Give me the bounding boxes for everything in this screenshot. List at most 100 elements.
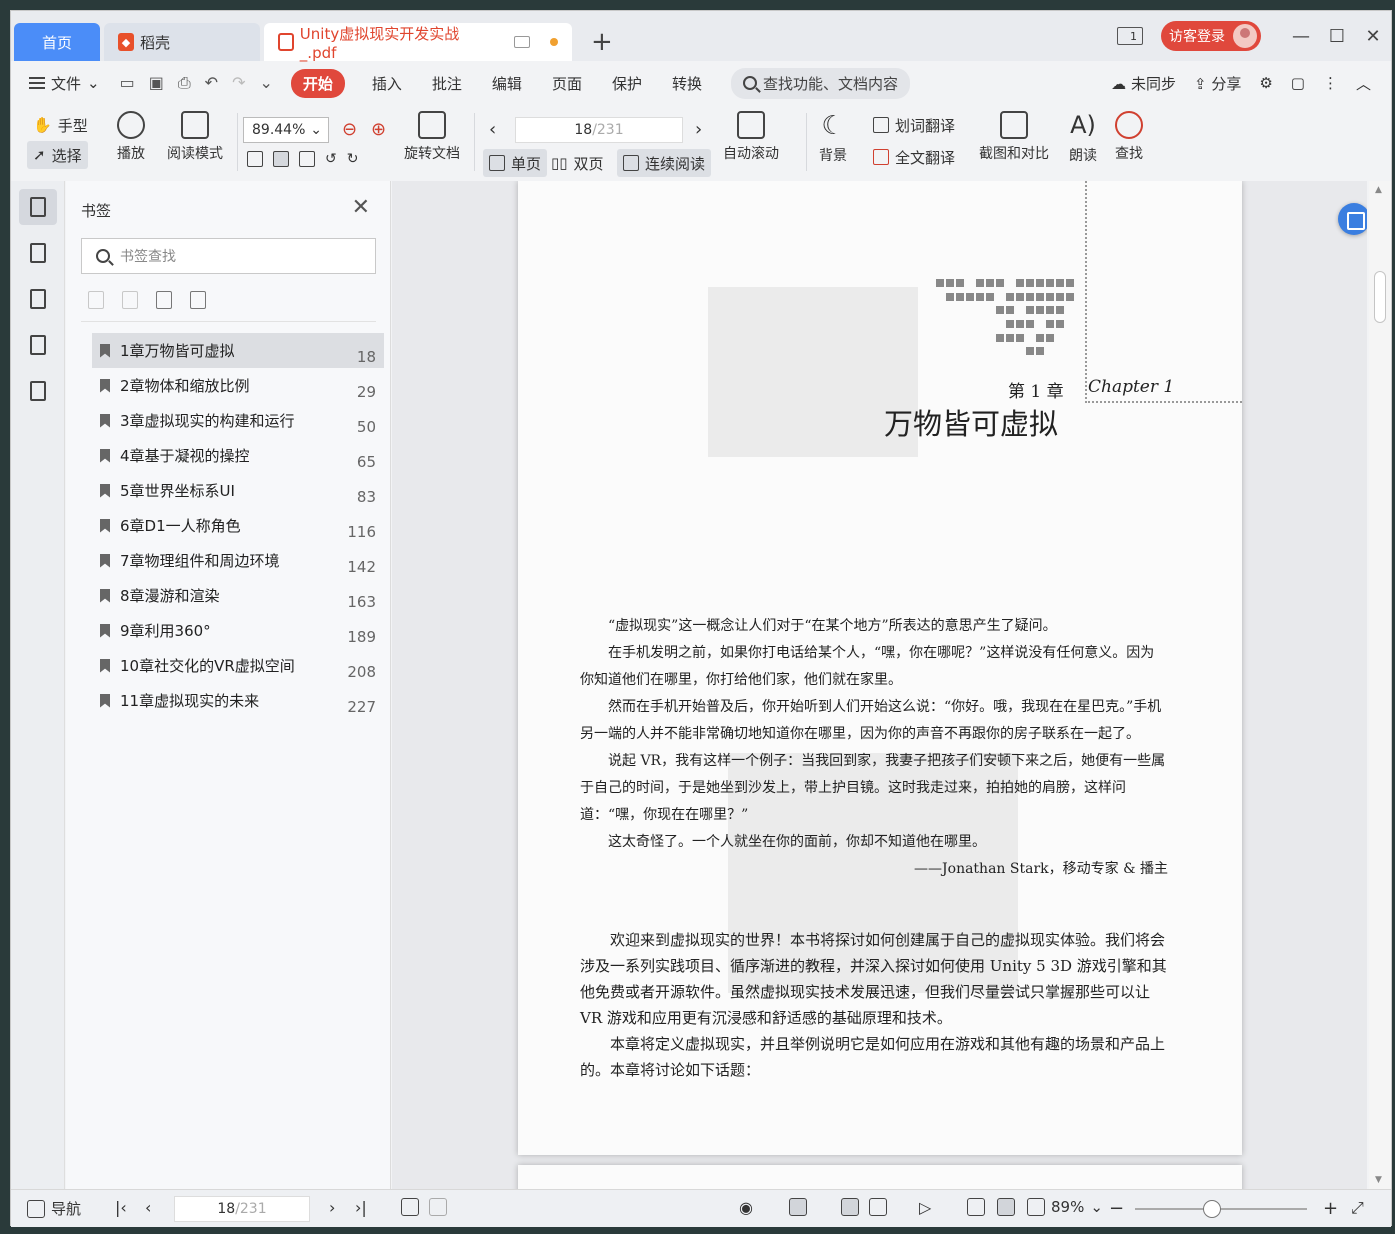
redo-icon[interactable]: ↷ (232, 73, 245, 93)
fit-width-icon[interactable] (299, 151, 315, 167)
prev-page-icon[interactable]: ‹ (489, 119, 496, 140)
attachment-panel-icon[interactable] (19, 327, 57, 363)
bookmark-item[interactable]: 9章利用360° 189 (92, 613, 384, 648)
zoom-dropdown[interactable]: 89% ⌄ (1027, 1198, 1103, 1216)
maximize-icon[interactable]: ☐ (1319, 26, 1355, 47)
zoom-in-icon[interactable]: ⊕ (371, 119, 386, 140)
last-page-icon[interactable]: ›| (355, 1198, 367, 1217)
bookmark-panel-icon[interactable] (19, 189, 57, 225)
save-icon[interactable]: ▣ (149, 73, 164, 93)
bookmark-item[interactable]: 11章虚拟现实的未来 227 (92, 683, 384, 718)
rotate-right-icon[interactable]: ↻ (347, 151, 359, 167)
first-page-icon[interactable]: |‹ (115, 1198, 127, 1217)
thumbnail-panel-icon[interactable] (19, 235, 57, 271)
window-layout-icon[interactable]: 1 (1117, 27, 1143, 45)
back-icon[interactable] (401, 1198, 419, 1216)
scroll-down-arrow-icon[interactable]: ▼ (1375, 1175, 1382, 1185)
bookmark-item[interactable]: 4章基于凝视的操控 65 (92, 438, 384, 473)
share-button[interactable]: ⇪ 分享 (1194, 73, 1241, 94)
hand-tool-button[interactable]: ✋ 手型 (27, 111, 94, 139)
zoom-select[interactable]: 89.44% ⌄ (243, 117, 329, 143)
full-translate-button[interactable]: 全文翻译 (867, 143, 961, 171)
bookmark-item[interactable]: 6章D1一人称角色 116 (92, 508, 384, 543)
single-view-icon[interactable] (841, 1198, 859, 1216)
eye-protection-icon[interactable]: ◉ (739, 1198, 753, 1217)
more-vertical-icon[interactable]: ⋮ (1323, 74, 1338, 92)
panel-close-icon[interactable]: ✕ (352, 195, 370, 220)
zoom-out-icon[interactable]: − (1109, 1198, 1124, 1219)
zoom-slider[interactable] (1135, 1208, 1307, 1210)
minimize-icon[interactable]: — (1283, 26, 1319, 47)
word-translate-button[interactable]: 划词翻译 (867, 111, 961, 139)
bookmark-item[interactable]: 8章漫游和渲染 163 (92, 578, 384, 613)
close-icon[interactable]: ✕ (1355, 26, 1391, 47)
guest-login-button[interactable]: 访客登录 (1161, 21, 1261, 51)
play-button[interactable]: 播放 (117, 111, 145, 163)
bookmark-search-input[interactable]: 书签查找 (81, 238, 376, 274)
status-page-input[interactable]: 18/231 (174, 1196, 310, 1222)
expand-all-icon[interactable] (88, 291, 104, 309)
background-button[interactable]: ☾ 背景 (819, 111, 847, 165)
find-button[interactable]: 查找 (1115, 111, 1143, 163)
read-mode-button[interactable]: 阅读模式 (167, 111, 223, 163)
next-page-icon[interactable]: › (695, 119, 702, 140)
next-page-icon[interactable]: › (329, 1198, 335, 1217)
page-number-input[interactable]: 18/231 (515, 117, 683, 143)
comment-panel-icon[interactable] (19, 281, 57, 317)
tab-convert[interactable]: 转换 (657, 73, 717, 94)
collapse-all-icon[interactable] (122, 291, 138, 309)
select-tool-button[interactable]: ➚ 选择 (27, 141, 88, 169)
bookmark-item[interactable]: 10章社交化的VR虚拟空间 208 (92, 648, 384, 683)
fullscreen-icon[interactable]: ⤢ (1351, 1198, 1364, 1218)
collapse-ribbon-icon[interactable]: ︿ (1356, 73, 1371, 94)
new-tab-button[interactable]: + (591, 29, 613, 55)
tab-daoke[interactable]: ◆ 稻壳 (104, 23, 260, 61)
sync-status[interactable]: ☁ 未同步 (1111, 73, 1176, 94)
comment-icon[interactable]: ▢ (1291, 74, 1305, 92)
play-icon[interactable]: ▷ (919, 1198, 931, 1217)
read-aloud-button[interactable]: A) 朗读 (1069, 111, 1097, 165)
prev-page-icon[interactable]: ‹ (145, 1198, 151, 1217)
tab-document[interactable]: Unity虚拟现实开发实战_.pdf (264, 23, 572, 62)
bookmark-item[interactable]: 3章虚拟现实的构建和运行 50 (92, 403, 384, 438)
actual-size-icon[interactable] (247, 151, 263, 167)
open-folder-icon[interactable]: ▭ (120, 73, 135, 93)
tab-start[interactable]: 开始 (290, 68, 345, 98)
bookmark-item[interactable]: 2章物体和缩放比例 29 (92, 368, 384, 403)
document-view[interactable]: 第 1 章 Chapter 1 万物皆可虚拟 “虚拟现实”这一概念让人们对于“在… (392, 181, 1367, 1189)
vertical-scrollbar[interactable]: ▲ ▼ (1369, 181, 1391, 1189)
double-page-button[interactable]: ▯▯ 双页 (545, 149, 610, 177)
zoom-in-icon[interactable]: + (1323, 1198, 1338, 1219)
navigation-toggle[interactable]: 导航 (27, 1198, 81, 1219)
continuous-view-icon[interactable] (789, 1198, 807, 1216)
tab-protect[interactable]: 保护 (597, 73, 657, 94)
auto-scroll-button[interactable]: 自动滚动 (723, 111, 779, 163)
print-icon[interactable]: ⎙ (178, 73, 191, 93)
file-menu[interactable]: 文件 ⌄ (11, 73, 110, 94)
signature-panel-icon[interactable] (19, 373, 57, 409)
rotate-document-button[interactable]: 旋转文档 (404, 111, 460, 163)
bookmark-icon[interactable] (190, 291, 206, 309)
tab-page[interactable]: 页面 (537, 73, 597, 94)
settings-gear-icon[interactable]: ⚙ (1259, 74, 1272, 92)
tab-edit[interactable]: 编辑 (477, 73, 537, 94)
double-view-icon[interactable] (869, 1198, 887, 1216)
forward-icon[interactable] (429, 1198, 447, 1216)
actual-size-icon[interactable] (967, 1198, 985, 1216)
floating-tool-button[interactable] (1338, 203, 1367, 235)
scroll-up-arrow-icon[interactable]: ▲ (1375, 185, 1382, 195)
single-page-button[interactable]: 单页 (483, 149, 548, 177)
zoom-out-icon[interactable]: ⊖ (342, 119, 357, 140)
fit-page-icon[interactable] (997, 1198, 1015, 1216)
fit-page-icon[interactable] (273, 151, 289, 167)
scroll-thumb[interactable] (1374, 271, 1386, 323)
monitor-icon[interactable] (514, 36, 531, 48)
continuous-read-button[interactable]: 连续阅读 (617, 149, 712, 177)
tab-home[interactable]: 首页 (14, 23, 100, 61)
bookmark-item[interactable]: 7章物理组件和周边环境 142 (92, 543, 384, 578)
screenshot-compare-button[interactable]: 截图和对比 (979, 111, 1049, 163)
bookmark-item[interactable]: 5章世界坐标系UI 83 (92, 473, 384, 508)
tab-insert[interactable]: 插入 (357, 73, 417, 94)
function-search[interactable]: 查找功能、文档内容 (730, 67, 910, 99)
add-bookmark-icon[interactable] (156, 291, 172, 309)
